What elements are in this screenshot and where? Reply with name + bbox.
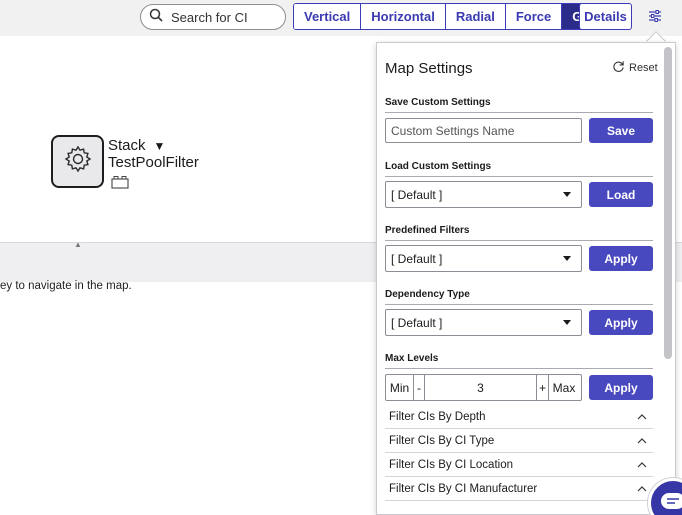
chevron-up-icon xyxy=(637,438,647,444)
min-button[interactable]: Min xyxy=(386,375,414,400)
divider xyxy=(385,240,653,241)
dependency-type-value: [ Default ] xyxy=(391,315,443,330)
decrement-button[interactable]: - xyxy=(414,375,425,400)
caret-down-icon[interactable]: ▼ xyxy=(154,139,166,153)
predefined-filters-label: Predefined Filters xyxy=(385,225,470,236)
search-input[interactable] xyxy=(171,9,281,25)
save-settings-label: Save Custom Settings xyxy=(385,97,491,108)
load-settings-label: Load Custom Settings xyxy=(385,161,492,172)
layout-force-tab[interactable]: Force xyxy=(505,4,563,29)
ci-node-name: TestPoolFilter xyxy=(108,154,199,171)
refresh-icon xyxy=(612,60,629,76)
reset-label: Reset xyxy=(629,62,658,74)
reset-button[interactable]: Reset xyxy=(612,60,658,76)
predefined-filters-select[interactable]: [ Default ] xyxy=(385,245,582,272)
dropdown-caret-icon xyxy=(563,256,571,261)
filter-label: Filter CIs By CI Type xyxy=(389,434,495,447)
load-settings-value: [ Default ] xyxy=(391,187,443,202)
max-levels-stepper: Min - 3 + Max xyxy=(385,374,582,401)
layout-vertical-tab[interactable]: Vertical xyxy=(294,4,362,29)
dropdown-caret-icon xyxy=(563,192,571,197)
panel-scrollbar[interactable] xyxy=(664,47,672,359)
divider xyxy=(385,368,653,369)
keyboard-hint: ey to navigate in the map. xyxy=(0,280,132,292)
chevron-up-icon xyxy=(637,414,647,420)
apply-dependency-button[interactable]: Apply xyxy=(589,310,653,335)
layout-horizontal-tab[interactable]: Horizontal xyxy=(361,4,446,29)
custom-settings-name-input[interactable]: Custom Settings Name xyxy=(385,118,582,143)
panel-title: Map Settings xyxy=(385,60,473,77)
dependency-type-label: Dependency Type xyxy=(385,289,470,300)
component-icon xyxy=(111,175,129,189)
apply-levels-button[interactable]: Apply xyxy=(589,375,653,400)
levels-value[interactable]: 3 xyxy=(425,375,537,400)
ci-node-type[interactable]: Stack ▼ xyxy=(108,137,165,154)
layout-switcher: Vertical Horizontal Radial Force Group xyxy=(293,3,623,30)
dropdown-caret-icon xyxy=(563,320,571,325)
collapse-handle-icon[interactable]: ▲ xyxy=(74,240,82,249)
predefined-filters-value: [ Default ] xyxy=(391,251,443,266)
gear-icon xyxy=(63,144,93,179)
layout-radial-tab[interactable]: Radial xyxy=(445,4,506,29)
ci-node[interactable] xyxy=(51,135,104,188)
filter-label: Filter CIs By CI Manufacturer xyxy=(389,482,538,495)
search-icon xyxy=(149,8,163,27)
increment-button[interactable]: + xyxy=(537,375,549,400)
map-settings-panel: Map Settings Reset Save Custom Settings … xyxy=(376,42,676,515)
filter-by-ci-manufacturer-row[interactable]: Filter CIs By CI Manufacturer xyxy=(385,477,653,501)
ci-node-type-label: Stack xyxy=(108,137,146,154)
filter-label: Filter CIs By CI Location xyxy=(389,458,513,471)
filter-label: Filter CIs By Depth xyxy=(389,410,486,423)
divider xyxy=(385,176,653,177)
save-button[interactable]: Save xyxy=(589,118,653,143)
load-button[interactable]: Load xyxy=(589,182,653,207)
chevron-up-icon xyxy=(637,462,647,468)
dependency-type-select[interactable]: [ Default ] xyxy=(385,309,582,336)
max-levels-label: Max Levels xyxy=(385,353,439,364)
filter-by-depth-row[interactable]: Filter CIs By Depth xyxy=(385,405,653,429)
chevron-up-icon xyxy=(637,486,647,492)
filter-by-ci-type-row[interactable]: Filter CIs By CI Type xyxy=(385,429,653,453)
map-toolbar: Vertical Horizontal Radial Force Group D… xyxy=(0,0,682,36)
max-button[interactable]: Max xyxy=(549,375,579,400)
divider xyxy=(385,112,653,113)
load-settings-select[interactable]: [ Default ] xyxy=(385,181,582,208)
details-button[interactable]: Details xyxy=(579,3,632,30)
apply-predefined-button[interactable]: Apply xyxy=(589,246,653,271)
filter-by-ci-location-row[interactable]: Filter CIs By CI Location xyxy=(385,453,653,477)
sliders-icon[interactable] xyxy=(648,9,662,23)
divider xyxy=(385,304,653,305)
search-box[interactable] xyxy=(140,4,286,30)
